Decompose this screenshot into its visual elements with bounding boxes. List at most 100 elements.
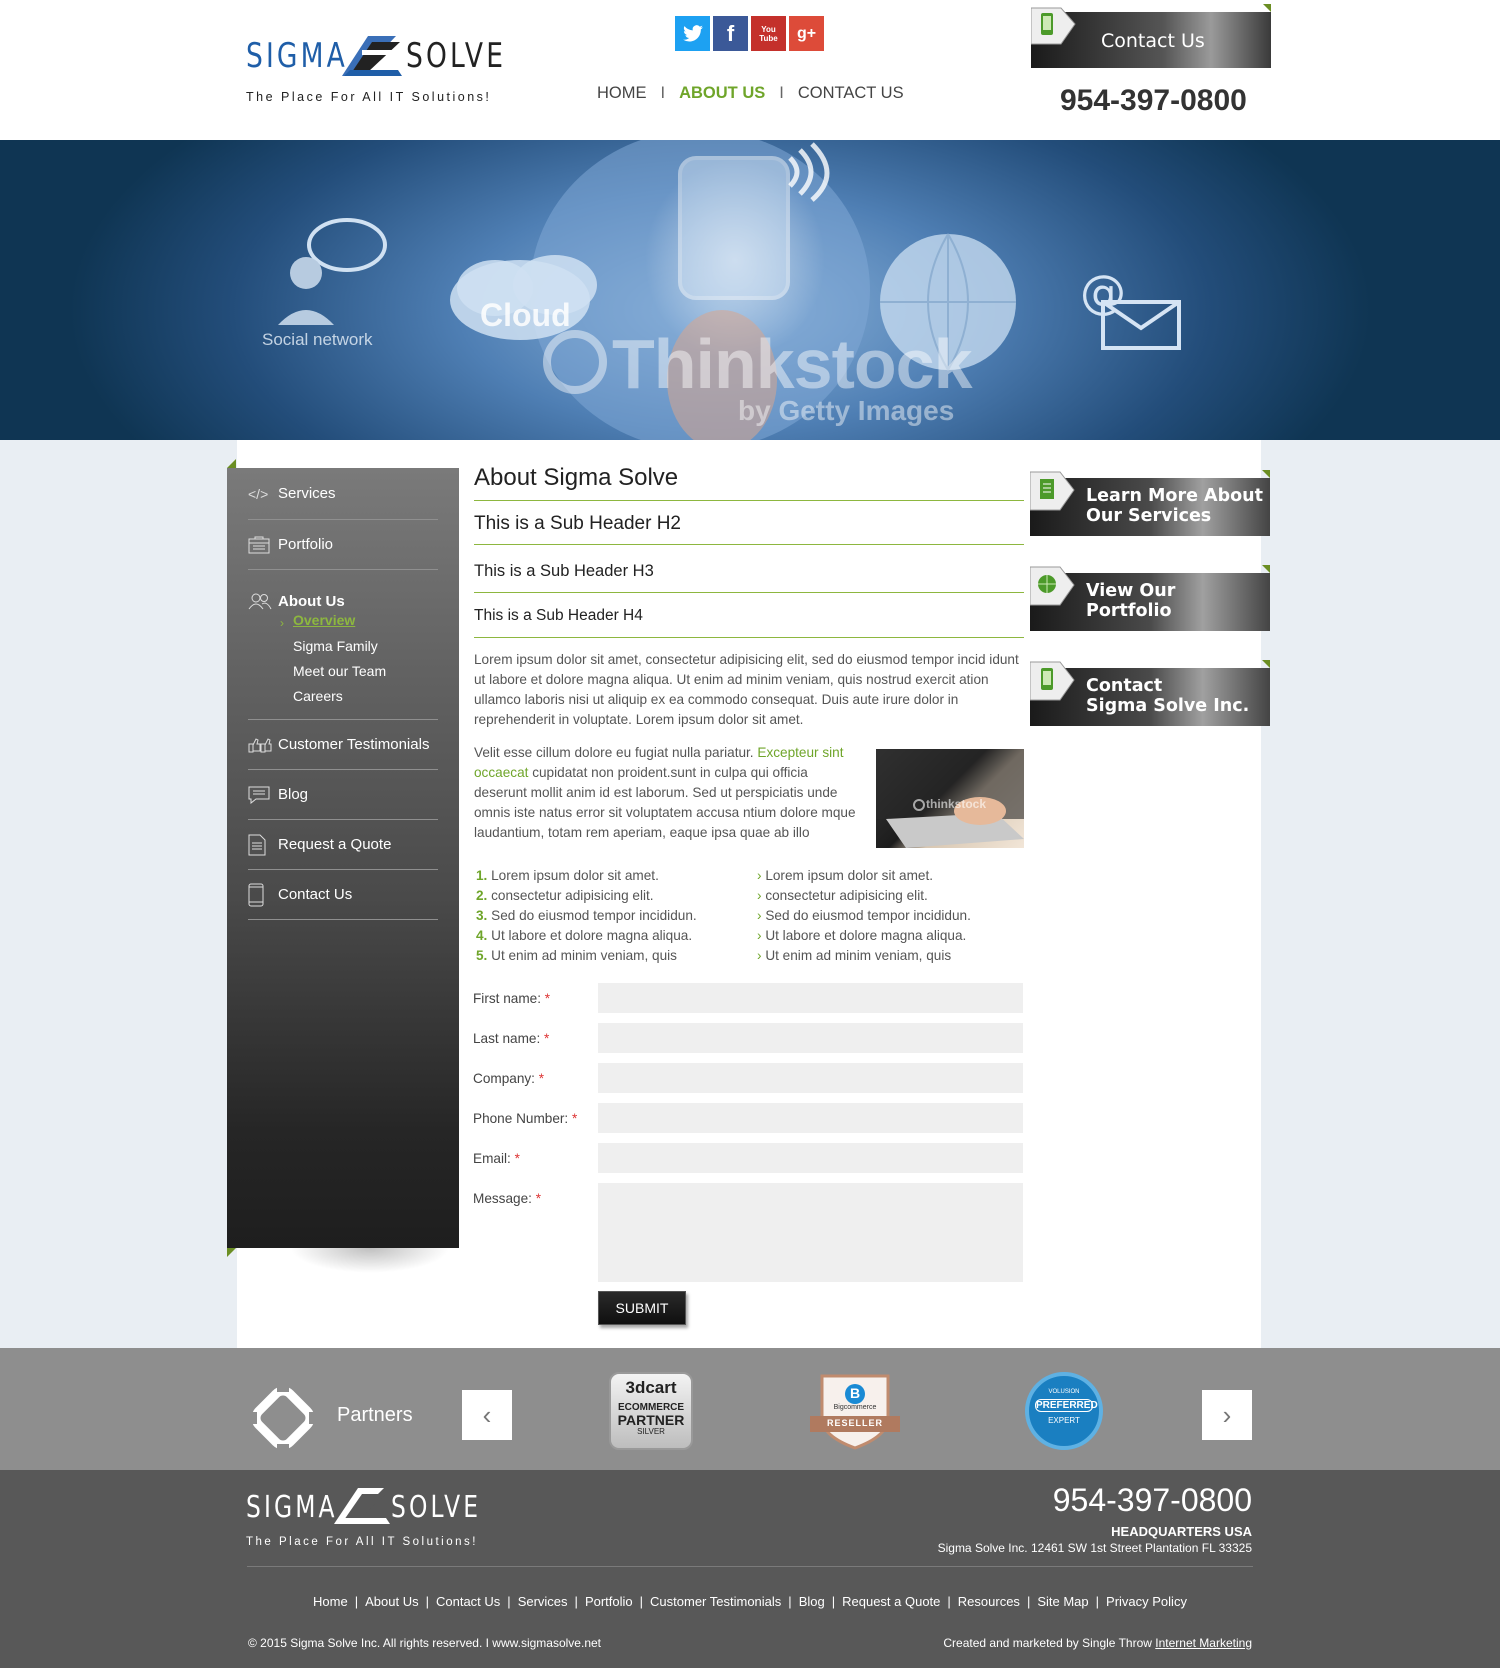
header-phone: 954-397-0800 [1060, 84, 1247, 117]
footer-link-portfolio[interactable]: Portfolio [585, 1594, 633, 1609]
page-title: About Sigma Solve [474, 464, 679, 491]
footer-credit: Created and marketed by Single Throw Int… [943, 1636, 1252, 1650]
footer-link-sep: | [574, 1594, 578, 1609]
badge-line: SILVER [637, 1427, 665, 1436]
logo-sigma-mark [342, 36, 402, 76]
footer-link-customer-testimonials[interactable]: Customer Testimonials [650, 1594, 781, 1609]
badge-line: PARTNER [617, 1412, 685, 1428]
photo-watermark: thinkstock [926, 797, 987, 811]
contact-sigma-solve-button[interactable]: Contact Sigma Solve Inc. [1030, 658, 1270, 726]
list-text: Ut enim ad minim veniam, quis [765, 948, 952, 963]
footer-link-sep: | [831, 1594, 836, 1609]
badge-line: 3dcart [625, 1378, 677, 1397]
footer-link-contact-us[interactable]: Contact Us [436, 1594, 500, 1609]
learn-more-services-button[interactable]: Learn More About Our Services [1030, 468, 1270, 536]
paragraph-text: Velit esse cillum dolore eu fugiat nulla… [474, 745, 758, 760]
partners-next-button[interactable]: › [1202, 1390, 1252, 1440]
sidebar-item-label: Services [278, 485, 336, 502]
last-name-label: Last name: * [473, 1031, 549, 1046]
list-text: Lorem ipsum dolor sit amet. [491, 868, 659, 883]
footer-link-services[interactable]: Services [518, 1594, 568, 1609]
first-name-field[interactable] [598, 983, 1023, 1013]
first-name-label: First name: * [473, 991, 550, 1006]
sidebar-sub-meet-our-team[interactable]: Meet our Team [293, 663, 386, 679]
last-name-field[interactable] [598, 1023, 1023, 1053]
hero-banner: @ Social network Cloud Thinkstock by Get… [0, 140, 1500, 440]
footer-link-sep: | [425, 1594, 429, 1609]
facebook-icon[interactable]: f [713, 16, 748, 51]
sidebar-item-label: Contact Us [278, 886, 353, 903]
google-plus-icon[interactable]: g+ [789, 16, 824, 51]
footer-credit-link[interactable]: Internet Marketing [1155, 1636, 1252, 1650]
nav-contact-us[interactable]: CONTACT US [798, 84, 904, 103]
document-icon [248, 834, 278, 856]
heading-divider [474, 500, 1024, 501]
laptop-photo: thinkstock [876, 749, 1024, 848]
footer-link-privacy-policy[interactable]: Privacy Policy [1106, 1594, 1187, 1609]
logo[interactable]: SIGMA SOLVE The Place For All IT Solutio… [246, 32, 506, 112]
footer-link-sep: | [354, 1594, 359, 1609]
footer-link-about-us[interactable]: About Us [365, 1594, 418, 1609]
company-field[interactable] [598, 1063, 1023, 1093]
contact-us-header-button[interactable]: Contact Us [1031, 4, 1271, 70]
list-text: Lorem ipsum dolor sit amet. [765, 868, 934, 883]
sidebar-item-portfolio[interactable]: Portfolio [248, 520, 438, 570]
footer-link-request-a-quote[interactable]: Request a Quote [842, 1594, 940, 1609]
field-label-text: Last name: [473, 1031, 541, 1046]
required-mark: * [544, 1031, 550, 1046]
footer-link-resources[interactable]: Resources [958, 1594, 1020, 1609]
footer-link-sep: | [1095, 1594, 1100, 1609]
footer-link-sep: | [947, 1594, 951, 1609]
sidebar-sub-sigma-family[interactable]: Sigma Family [293, 638, 378, 654]
list-text: Sed do eiusmod tempor incididun. [491, 908, 697, 923]
footer-logo[interactable]: SIGMA SOLVE The Place For All IT Solutio… [246, 1484, 506, 1554]
sub-header-h3: This is a Sub Header H3 [474, 562, 654, 580]
heading-divider [474, 637, 1024, 638]
sidebar-item-services[interactable]: </> Services [248, 468, 438, 520]
submit-button[interactable]: SUBMIT [598, 1291, 686, 1325]
footer-link-blog[interactable]: Blog [799, 1594, 825, 1609]
list-text: Ut enim ad minim veniam, quis [491, 948, 677, 963]
phone-icon [1030, 661, 1075, 701]
list-number: 2. [476, 888, 488, 903]
phone-number-field[interactable] [598, 1103, 1023, 1133]
list-number: 4. [476, 928, 488, 943]
nav-about-us[interactable]: ABOUT US [679, 84, 765, 103]
list-item: › Sed do eiusmod tempor incididun. [757, 906, 971, 926]
list-item: › consectetur adipisicing elit. [757, 886, 971, 906]
email-field[interactable] [598, 1143, 1023, 1173]
logo-word-left: SIGMA [246, 1490, 338, 1525]
sidebar-sub-overview[interactable]: Overview [293, 612, 355, 628]
required-mark: * [514, 1151, 520, 1166]
button-label: View Our Portfolio [1086, 581, 1175, 621]
button-label: Contact Sigma Solve Inc. [1086, 676, 1249, 716]
bullet-list: › Lorem ipsum dolor sit amet. › consecte… [757, 866, 971, 966]
sidebar-item-blog[interactable]: Blog [248, 770, 438, 820]
list-number: 1. [476, 868, 488, 883]
sidebar-item-contact-us[interactable]: Contact Us [248, 870, 438, 920]
sidebar-item-about-us[interactable]: About Us [248, 570, 438, 610]
heading-divider [474, 592, 1024, 593]
sidebar-item-label: Request a Quote [278, 836, 392, 853]
ordered-list: 1. Lorem ipsum dolor sit amet. 2. consec… [476, 866, 697, 966]
chat-icon [248, 786, 278, 804]
sidebar-item-customer-testimonials[interactable]: Customer Testimonials [248, 720, 438, 770]
sidebar-sub-careers[interactable]: Careers [293, 688, 343, 704]
twitter-icon[interactable] [675, 16, 710, 51]
message-field[interactable] [598, 1183, 1023, 1282]
youtube-icon[interactable]: You Tube [751, 16, 786, 51]
view-portfolio-button[interactable]: View Our Portfolio [1030, 563, 1270, 631]
sidebar-item-request-a-quote[interactable]: Request a Quote [248, 820, 438, 870]
partners-prev-button[interactable]: ‹ [462, 1390, 512, 1440]
nav-separator: I [660, 84, 666, 102]
footer-phone: 954-397-0800 [1052, 1482, 1252, 1518]
logo-word-right: SOLVE [406, 36, 507, 76]
button-line-1: Learn More About [1086, 486, 1263, 506]
body-paragraph: Lorem ipsum dolor sit amet, consectetur … [474, 652, 1019, 727]
nav-home[interactable]: HOME [597, 84, 647, 103]
sidebar-sub-arrow: › [280, 616, 284, 630]
heading-divider [474, 544, 1024, 545]
footer-link-home[interactable]: Home [313, 1594, 348, 1609]
footer-link-site-map[interactable]: Site Map [1037, 1594, 1088, 1609]
chevron-right-icon: › [757, 908, 762, 923]
